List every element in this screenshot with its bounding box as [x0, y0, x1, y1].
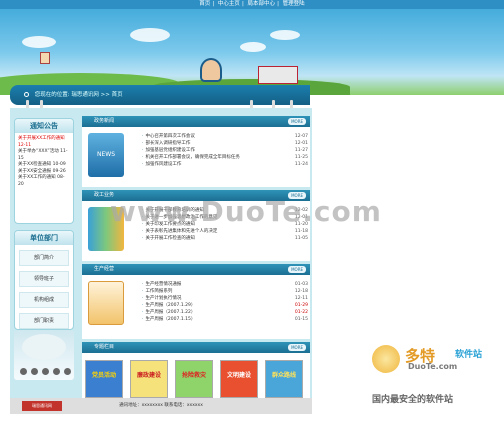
- notice-item[interactable]: 关于开展XX工作的通知 12-11: [18, 136, 70, 149]
- cloud-decoration: [240, 42, 266, 52]
- person-illustration: [200, 58, 222, 82]
- watermark-brand-suffix: 软件站: [455, 350, 483, 360]
- cloud-decoration: [270, 30, 300, 40]
- notice-item[interactable]: 关于XX工作的通知 08-20: [18, 175, 70, 188]
- list-item[interactable]: 中心召开第四次工作会议12-07: [142, 133, 308, 140]
- left-column: 通知公告 关于开展XX工作的通知 12-11 关于举办“XXX”活动 11-15…: [14, 118, 74, 336]
- stop-icon[interactable]: [42, 368, 49, 375]
- news-icon: NEWS: [88, 133, 124, 177]
- section-title: 生产经营: [94, 266, 115, 272]
- thumb-banner[interactable]: 文明建设: [220, 360, 258, 398]
- envelope-icon: [88, 281, 124, 325]
- more-button[interactable]: MORE: [288, 344, 306, 351]
- dept-item[interactable]: 机构组成: [19, 292, 69, 308]
- thumb-banner[interactable]: 廉政建设: [130, 360, 168, 398]
- news-section: 政务新闻 MORE NEWS 中心召开第四次工作会议12-07 部长深入调研指导…: [82, 116, 310, 187]
- thumb-banner[interactable]: 抢险救灾: [175, 360, 213, 398]
- nav-link-bureau[interactable]: 局本部中心: [248, 1, 276, 7]
- house-illustration: [40, 52, 50, 64]
- notice-box: 通知公告 关于开展XX工作的通知 12-11 关于举办“XXX”活动 11-15…: [14, 118, 74, 224]
- production-section: 生产经营 MORE 生产经营情况通报01-03 工作简报系列12-18 生产计划…: [82, 264, 310, 339]
- section-body: NEWS 中心召开第四次工作会议12-07 部长深入调研指导工作12-01 加强…: [82, 127, 310, 187]
- volume-icon[interactable]: [64, 368, 71, 375]
- list-item[interactable]: 部长深入调研指导工作12-01: [142, 140, 308, 147]
- more-button[interactable]: MORE: [288, 266, 306, 273]
- list-item[interactable]: 生产计划执行情况12-11: [142, 295, 308, 302]
- top-nav: 首页 | 中心主页 | 局本部中心 | 管理登陆: [0, 0, 504, 9]
- list-item[interactable]: 加强作风建设工作11-24: [142, 161, 308, 168]
- cloud-decoration: [22, 36, 56, 48]
- media-player: [14, 330, 74, 380]
- section-body: 生产经营情况通报01-03 工作简报系列12-18 生产计划执行情况12-11 …: [82, 275, 310, 339]
- notice-list: 关于开展XX工作的通知 12-11 关于举办“XXX”活动 11-15 关于XX…: [15, 133, 73, 223]
- location-icon: [24, 92, 29, 97]
- dept-item[interactable]: 部门简介: [19, 250, 69, 266]
- right-column: 政务新闻 MORE NEWS 中心召开第四次工作会议12-07 部长深入调研指导…: [82, 116, 310, 408]
- prev-icon[interactable]: [20, 368, 27, 375]
- section-header: 专题栏目 MORE: [82, 342, 310, 353]
- thumb-banner[interactable]: 群众路线: [265, 360, 303, 398]
- footer-logo: 瑞思通讯网: [22, 401, 62, 411]
- header-banner: 首页 | 中心主页 | 局本部中心 | 管理登陆: [0, 0, 504, 95]
- page: 首页 | 中心主页 | 局本部中心 | 管理登陆 您现在的位置: 瑞思通讯网 >> 首…: [0, 0, 504, 421]
- list-item[interactable]: 生产周报（2007.1.22）01-22: [142, 309, 308, 316]
- list-item[interactable]: 加强基层党组织建设工作11-27: [142, 147, 308, 154]
- special-section: 专题栏目 MORE 党员活动 廉政建设 抢险救灾 文明建设 群众路线: [82, 342, 310, 405]
- next-icon[interactable]: [53, 368, 60, 375]
- watermark-logo-icon: [372, 345, 400, 373]
- dept-box: 单位部门 部门简介 领导班子 机构组成 部门职责: [14, 230, 74, 330]
- list-item[interactable]: 生产周报（2007.1.15）01-15: [142, 316, 308, 323]
- location-text: 您现在的位置: 瑞思通讯网 >> 首页: [34, 92, 123, 98]
- watermark-text: www.DuoTe.com: [110, 195, 382, 228]
- notice-title: 通知公告: [15, 119, 73, 133]
- footer-text: 通讯地址：xxxxxxxx 联系电话：xxxxxx: [119, 403, 203, 408]
- section-header: 生产经营 MORE: [82, 264, 310, 275]
- cloud-decoration: [130, 28, 170, 42]
- list-item[interactable]: 生产周报（2007.1.29）01-29: [142, 302, 308, 309]
- nav-link-center[interactable]: 中心主页: [218, 1, 240, 7]
- section-title: 专题栏目: [94, 344, 115, 350]
- player-screen: [22, 334, 66, 360]
- list-item[interactable]: 工作简报系列12-18: [142, 288, 308, 295]
- watermark-url: DuoTe.com: [408, 362, 458, 371]
- dept-item[interactable]: 部门职责: [19, 313, 69, 329]
- location-bar: 您现在的位置: 瑞思通讯网 >> 首页: [10, 85, 310, 105]
- list-item[interactable]: 生产经营情况通报01-03: [142, 281, 308, 288]
- play-icon[interactable]: [31, 368, 38, 375]
- dept-item[interactable]: 领导班子: [19, 271, 69, 287]
- more-button[interactable]: MORE: [288, 118, 306, 125]
- nav-link-admin[interactable]: 管理登陆: [283, 1, 305, 7]
- list-item[interactable]: 机关召开工作部署会议，确保完成全年目标任务11-25: [142, 154, 308, 161]
- notice-item[interactable]: 关于举办“XXX”活动 11-15: [18, 149, 70, 162]
- list-item[interactable]: 关于表彰先进集体和先进个人的决定11-18: [142, 228, 308, 235]
- watermark-slogan: 国内最安全的软件站: [372, 395, 454, 405]
- section-title: 政务新闻: [94, 118, 115, 124]
- section-header: 政务新闻 MORE: [82, 116, 310, 127]
- nav-link-home[interactable]: 首页: [199, 1, 210, 7]
- news-list: 中心召开第四次工作会议12-07 部长深入调研指导工作12-01 加强基层党组织…: [142, 133, 308, 168]
- thumb-banner[interactable]: 党员活动: [85, 360, 123, 398]
- list-item[interactable]: 关于开展工作检查的通知11-05: [142, 235, 308, 242]
- production-list: 生产经营情况通报01-03 工作简报系列12-18 生产计划执行情况12-11 …: [142, 281, 308, 323]
- dept-title: 单位部门: [15, 231, 73, 245]
- building-illustration: [258, 66, 298, 84]
